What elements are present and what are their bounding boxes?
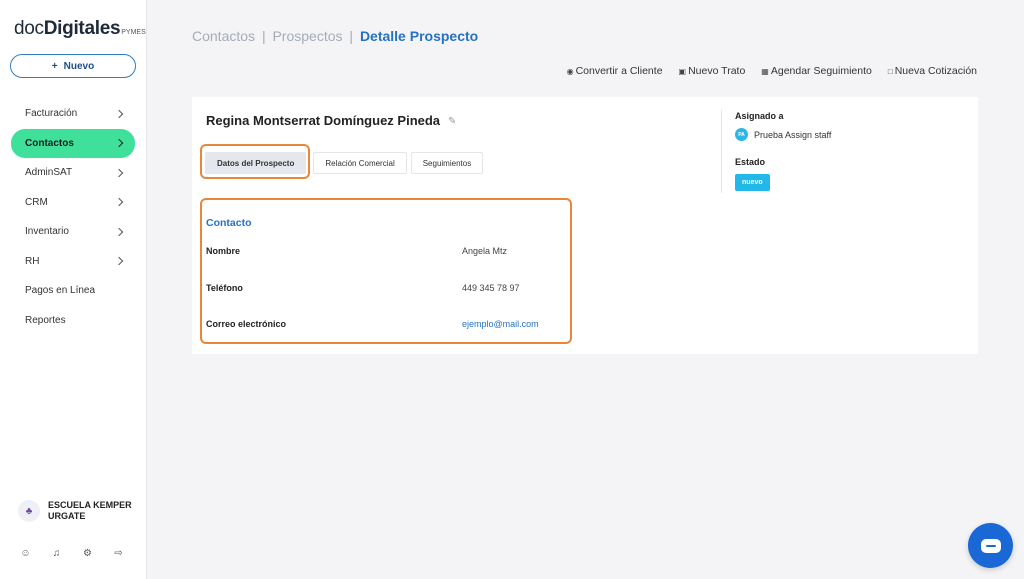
briefcase-icon: ▣ (678, 66, 687, 76)
breadcrumb-separator: | (261, 28, 266, 44)
new-button-label: Nuevo (63, 60, 95, 72)
organization[interactable]: ♣ ESCUELA KEMPER URGATE (18, 500, 143, 522)
breadcrumb-separator: | (349, 28, 354, 44)
breadcrumb-contactos[interactable]: Contactos (192, 28, 255, 44)
sidebar-item-label: Facturación (25, 108, 78, 120)
sidebar-item-adminsat[interactable]: AdminSAT (11, 158, 135, 188)
new-quote-button[interactable]: □ Nueva Cotización (888, 65, 977, 77)
sidebar-item-label: CRM (25, 196, 48, 208)
prospect-name: Regina Montserrat Domínguez Pineda (206, 113, 441, 128)
chat-icon (980, 538, 1001, 553)
breadcrumb-current: Detalle Prospecto (359, 28, 479, 44)
avatar: PA (735, 128, 748, 141)
sidebar-item-contactos[interactable]: Contactos (11, 128, 135, 158)
bell-icon[interactable]: ♫ (51, 548, 62, 559)
action-bar: ◉ Convertir a Cliente ▣ Nuevo Trato ▦ Ag… (567, 65, 977, 77)
sidebar-item-facturacion[interactable]: Facturación (11, 99, 135, 129)
sidebar-item-label: Reportes (25, 314, 66, 326)
sidebar-item-label: RH (25, 255, 40, 267)
sidebar-item-inventario[interactable]: Inventario (11, 217, 135, 247)
chevron-right-icon (114, 198, 124, 207)
app-logo[interactable]: docDigitalesPYMES (14, 18, 146, 40)
sidebar-footer: ☺ ♫ ⚙ ⇨ (20, 548, 124, 559)
action-label: Convertir a Cliente (575, 65, 663, 77)
sidebar-item-label: AdminSAT (25, 167, 73, 179)
logo-suffix: PYMES (121, 29, 146, 36)
assigned-block: Asignado a PA Prueba Assign staff (735, 111, 831, 141)
logo-text-digitales: Digitales (43, 18, 121, 39)
breadcrumb-prospectos[interactable]: Prospectos (272, 28, 342, 44)
plus-icon: + (51, 60, 58, 72)
new-deal-button[interactable]: ▣ Nuevo Trato (679, 65, 746, 77)
calendar-icon: ▦ (761, 66, 769, 76)
convert-to-client-button[interactable]: ◉ Convertir a Cliente (567, 65, 663, 77)
sidebar-item-label: Contactos (25, 137, 74, 149)
assignee[interactable]: PA Prueba Assign staff (735, 128, 831, 141)
chevron-right-icon (114, 168, 124, 177)
organization-logo-icon: ♣ (18, 500, 40, 522)
status-block: Estado nuevo (735, 157, 770, 191)
chevron-right-icon (114, 257, 124, 266)
chevron-right-icon (114, 139, 124, 148)
chevron-right-icon (114, 109, 124, 118)
edit-pencil-icon[interactable]: ✎ (448, 116, 456, 127)
status-label: Estado (735, 157, 766, 167)
logout-icon[interactable]: ⇨ (113, 548, 124, 559)
sidebar-item-crm[interactable]: CRM (11, 188, 135, 218)
action-label: Nueva Cotización (894, 65, 977, 77)
assignee-name: Prueba Assign staff (754, 129, 832, 140)
highlight-frame-contact (200, 198, 572, 344)
gear-icon[interactable]: ⚙ (82, 548, 93, 559)
user-icon[interactable]: ☺ (20, 548, 31, 559)
sidebar-item-label: Pagos en Línea (25, 285, 96, 297)
tab-seguimientos[interactable]: Seguimientos (410, 152, 484, 174)
convert-icon: ◉ (566, 66, 574, 76)
sidebar-nav: Facturación Contactos AdminSAT CRM Inven… (11, 99, 135, 335)
sidebar-item-rh[interactable]: RH (11, 247, 135, 277)
vertical-divider (721, 110, 722, 193)
breadcrumb: Contactos | Prospectos | Detalle Prospec… (192, 28, 478, 44)
highlight-frame-tab (200, 144, 310, 179)
chat-button[interactable] (968, 523, 1013, 568)
chevron-right-icon (114, 227, 124, 236)
sidebar-item-reportes[interactable]: Reportes (11, 306, 135, 336)
status-badge: nuevo (735, 174, 770, 191)
assigned-label: Asignado a (735, 111, 784, 121)
document-icon: □ (887, 66, 893, 76)
organization-name: ESCUELA KEMPER URGATE (48, 500, 132, 521)
sidebar: docDigitalesPYMES + Nuevo Facturación Co… (0, 0, 147, 579)
action-label: Nuevo Trato (688, 65, 746, 77)
schedule-followup-button[interactable]: ▦ Agendar Seguimiento (761, 65, 872, 77)
action-label: Agendar Seguimiento (770, 65, 872, 77)
new-button[interactable]: + Nuevo (10, 54, 136, 78)
logo-text-doc: doc (14, 18, 44, 39)
tab-relacion-comercial[interactable]: Relación Comercial (313, 152, 407, 174)
sidebar-item-pagos-en-linea[interactable]: Pagos en Línea (11, 276, 135, 306)
sidebar-item-label: Inventario (25, 226, 69, 238)
